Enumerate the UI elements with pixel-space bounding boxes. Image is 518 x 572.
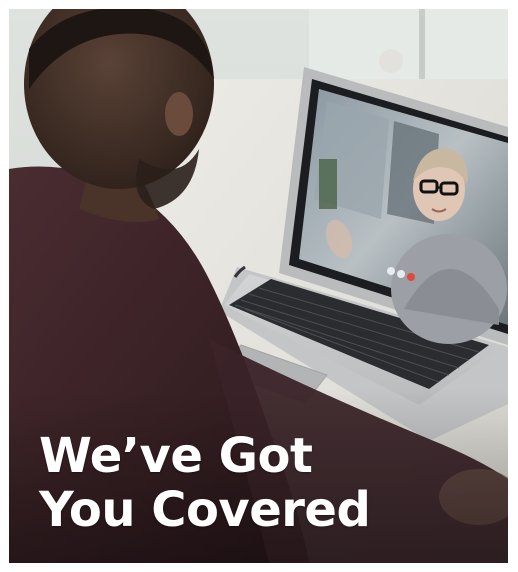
headline: We’ve Got You Covered: [39, 428, 371, 538]
call-control-icon: [397, 270, 405, 278]
man-ear: [165, 92, 193, 136]
headline-line-2: You Covered: [39, 482, 371, 538]
end-call-icon: [407, 273, 415, 281]
plant-in-video: [319, 159, 337, 209]
promo-image-frame: We’ve Got You Covered: [9, 9, 508, 563]
call-control-icon: [387, 267, 395, 275]
headline-line-1: We’ve Got: [39, 428, 313, 484]
background-object: [379, 49, 403, 73]
